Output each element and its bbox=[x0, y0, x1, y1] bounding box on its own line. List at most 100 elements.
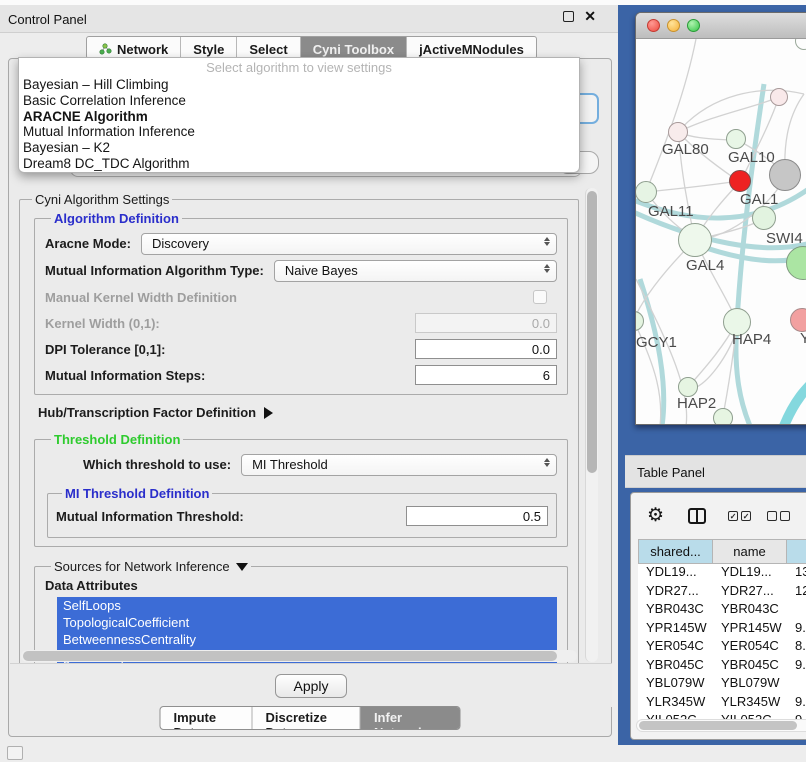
network-window-titlebar[interactable] bbox=[636, 13, 806, 39]
network-node-label: Y bbox=[800, 330, 806, 347]
table-row[interactable]: YDR27...YDR27...12 bbox=[638, 583, 806, 602]
minimize-traffic-light-icon[interactable] bbox=[667, 19, 680, 32]
tab-discretize-data[interactable]: Discretize Data bbox=[253, 707, 361, 729]
tab-select[interactable]: Select bbox=[237, 37, 300, 58]
column-header-name[interactable]: name bbox=[713, 539, 787, 564]
network-node-label: SWI4 bbox=[766, 230, 803, 247]
expand-arrow-icon bbox=[264, 407, 273, 419]
table-cell: 9. bbox=[787, 694, 806, 713]
network-node[interactable] bbox=[636, 181, 657, 203]
mi-threshold-group: MI Threshold Definition Mutual Informati… bbox=[47, 486, 557, 538]
mi-steps-label: Mutual Information Steps: bbox=[45, 368, 205, 383]
tab-select-label: Select bbox=[249, 42, 287, 57]
tab-style-label: Style bbox=[193, 42, 224, 57]
settings-horizontal-scrollbar[interactable] bbox=[21, 650, 577, 662]
which-threshold-select[interactable]: MI Threshold bbox=[241, 454, 557, 476]
network-node[interactable] bbox=[752, 206, 776, 230]
scrollbar-thumb[interactable] bbox=[23, 651, 557, 661]
table-cell bbox=[787, 601, 806, 620]
list-item[interactable]: SelfLoops bbox=[57, 597, 557, 614]
settings-vertical-scrollbar[interactable] bbox=[585, 188, 598, 662]
network-node-label: GAL1 bbox=[740, 191, 778, 208]
tab-cyni-toolbox[interactable]: Cyni Toolbox bbox=[301, 37, 407, 58]
settings-scrollpane: Cyni Algorithm Settings Algorithm Defini… bbox=[13, 186, 583, 663]
dropdown-option[interactable]: Basic Correlation Inference bbox=[19, 93, 579, 109]
manual-kernel-width-label: Manual Kernel Width Definition bbox=[45, 290, 237, 305]
table-cell: YDR27... bbox=[638, 583, 713, 602]
split-columns-icon[interactable] bbox=[688, 508, 706, 524]
mi-algorithm-type-select[interactable]: Naive Bayes bbox=[274, 260, 557, 282]
network-icon bbox=[99, 43, 112, 55]
table-cell: YBL079W bbox=[713, 675, 787, 694]
list-item[interactable]: BetweennessCentrality bbox=[57, 631, 557, 648]
dropdown-option[interactable]: Bayesian – Hill Climbing bbox=[19, 77, 579, 93]
table-row[interactable]: YBR043CYBR043C bbox=[638, 601, 806, 620]
network-node-label: GAL11 bbox=[648, 203, 694, 220]
column-header-shared-name[interactable]: shared... bbox=[638, 539, 713, 564]
tab-jactivemnodules[interactable]: jActiveMNodules bbox=[407, 37, 536, 58]
network-node[interactable] bbox=[729, 170, 751, 192]
network-node[interactable] bbox=[726, 129, 746, 149]
zoom-traffic-light-icon[interactable] bbox=[687, 19, 700, 32]
table-row[interactable]: YBR045CYBR045C9. bbox=[638, 657, 806, 676]
mi-algorithm-type-value: Naive Bayes bbox=[285, 263, 358, 278]
network-node-label: GCY1 bbox=[636, 334, 677, 351]
table-cell: YBL079W bbox=[638, 675, 713, 694]
mi-steps-field[interactable] bbox=[415, 365, 557, 385]
hub-definition-expander[interactable]: Hub/Transcription Factor Definition bbox=[38, 405, 572, 420]
scrollbar-thumb[interactable] bbox=[587, 191, 597, 473]
network-canvas[interactable]: GAL80GAL10GAL1GAL11SWI4GAL4GCY1HAP4YHAP2 bbox=[636, 39, 806, 425]
dropdown-option[interactable]: Mutual Information Inference bbox=[19, 124, 579, 140]
mi-threshold-label: Mutual Information Threshold: bbox=[56, 509, 244, 524]
scrollbar-thumb[interactable] bbox=[639, 721, 797, 730]
mi-threshold-field[interactable] bbox=[406, 506, 548, 526]
dpi-tolerance-field[interactable] bbox=[415, 339, 557, 359]
list-item[interactable]: TopologicalCoefficient bbox=[57, 614, 557, 631]
tab-network[interactable]: Network bbox=[87, 37, 181, 58]
table-row[interactable]: YPR145WYPR145W9. bbox=[638, 620, 806, 639]
table-row[interactable]: YBL079WYBL079W bbox=[638, 675, 806, 694]
close-traffic-light-icon[interactable] bbox=[647, 19, 660, 32]
table-cell: YDL19... bbox=[638, 564, 713, 583]
tab-impute-data[interactable]: Impute Data bbox=[161, 707, 253, 729]
dropdown-option[interactable]: Bayesian – K2 bbox=[19, 140, 579, 156]
manual-kernel-width-checkbox[interactable] bbox=[533, 290, 547, 304]
kernel-width-label: Kernel Width (0,1): bbox=[45, 316, 160, 331]
hub-definition-label: Hub/Transcription Factor Definition bbox=[38, 405, 256, 420]
table-row[interactable]: YER054CYER054C8. bbox=[638, 638, 806, 657]
table-horizontal-scrollbar[interactable] bbox=[636, 719, 806, 732]
dropdown-prompt: Select algorithm to view settings bbox=[19, 60, 579, 77]
checked-columns-icon[interactable]: ✓✓ bbox=[728, 511, 751, 521]
network-node[interactable] bbox=[769, 159, 801, 191]
table-cell: YDL19... bbox=[713, 564, 787, 583]
tab-infer-network[interactable]: Infer Network bbox=[361, 707, 460, 729]
table-row[interactable]: YLR345WYLR345W9. bbox=[638, 694, 806, 713]
network-node[interactable] bbox=[713, 408, 733, 425]
dropdown-option-highlighted[interactable]: ARACNE Algorithm bbox=[19, 109, 579, 125]
collapse-arrow-icon[interactable] bbox=[236, 563, 248, 571]
sources-group: Sources for Network Inference Data Attri… bbox=[34, 559, 568, 663]
dropdown-option[interactable]: Dream8 DC_TDC Algorithm bbox=[19, 156, 579, 172]
table-cell: YBR045C bbox=[638, 657, 713, 676]
apply-button[interactable]: Apply bbox=[275, 674, 347, 698]
network-node[interactable] bbox=[770, 88, 788, 106]
cyni-bottom-tabs: Impute Data Discretize Data Infer Networ… bbox=[160, 706, 461, 730]
network-node[interactable] bbox=[678, 223, 712, 257]
network-view-window: GAL80GAL10GAL1GAL11SWI4GAL4GCY1HAP4YHAP2 bbox=[635, 12, 806, 425]
network-node[interactable] bbox=[678, 377, 698, 397]
tab-style[interactable]: Style bbox=[181, 37, 237, 58]
close-icon[interactable]: ✕ bbox=[584, 11, 596, 22]
dock-placeholder-icon[interactable] bbox=[7, 746, 23, 760]
aracne-mode-select[interactable]: Discovery bbox=[141, 233, 557, 255]
control-panel-title: Control Panel bbox=[8, 12, 87, 27]
column-header-partial[interactable] bbox=[787, 539, 806, 564]
gear-icon[interactable]: ⚙ bbox=[647, 506, 664, 526]
table-cell: YLR345W bbox=[713, 694, 787, 713]
threshold-definition-group: Threshold Definition Which threshold to … bbox=[34, 432, 568, 547]
float-window-icon[interactable] bbox=[563, 11, 574, 22]
table-panel-titlebar: Table Panel bbox=[625, 455, 806, 488]
table-row[interactable]: YDL19...YDL19...13 bbox=[638, 564, 806, 583]
aracne-mode-label: Aracne Mode: bbox=[45, 236, 131, 251]
unchecked-columns-icon[interactable] bbox=[767, 511, 790, 521]
network-node[interactable] bbox=[668, 122, 688, 142]
